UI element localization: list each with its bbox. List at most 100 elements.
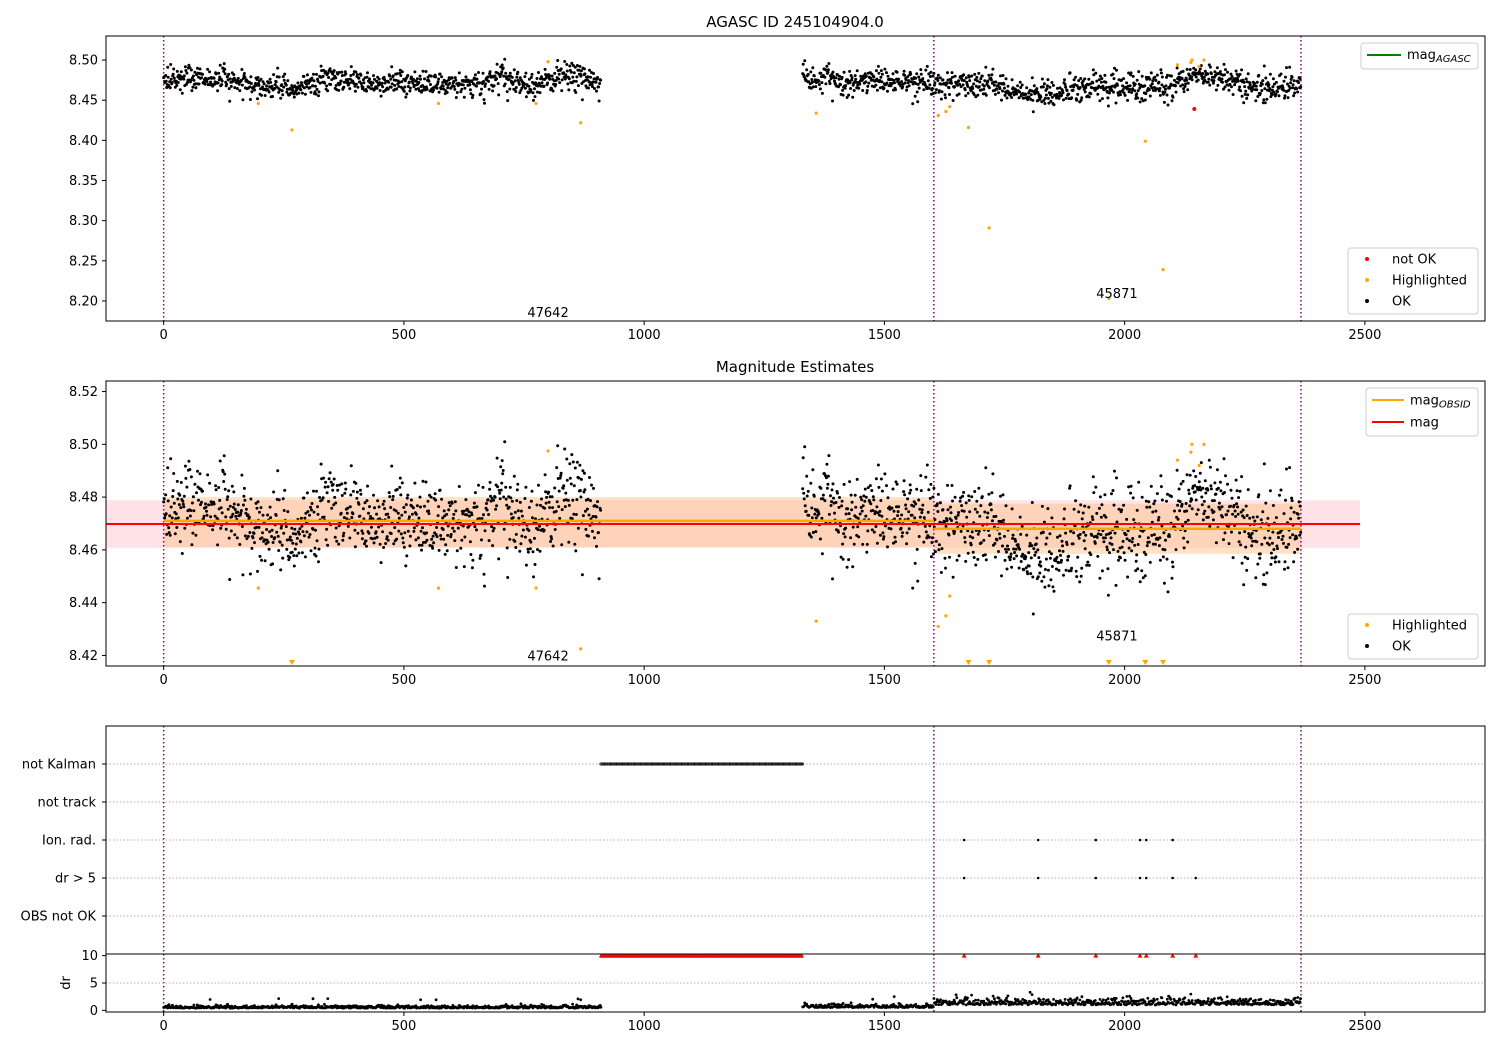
ok-point bbox=[1159, 474, 1163, 478]
ok-point bbox=[1050, 565, 1054, 568]
legend-marker bbox=[1365, 278, 1369, 282]
ok-point bbox=[1218, 480, 1222, 484]
ok-point bbox=[1292, 560, 1296, 564]
ok-point bbox=[316, 512, 320, 516]
ok-point bbox=[536, 528, 540, 532]
ok-point bbox=[270, 528, 274, 532]
ok-point bbox=[1230, 530, 1233, 534]
ok-point bbox=[488, 487, 492, 491]
ok-point bbox=[968, 79, 972, 83]
ok-point bbox=[595, 89, 598, 93]
ok-point bbox=[434, 498, 438, 502]
ok-point bbox=[1060, 539, 1064, 543]
ok-point bbox=[1072, 78, 1076, 82]
ok-point bbox=[1287, 542, 1291, 546]
ok-point bbox=[406, 493, 410, 497]
ok-point bbox=[276, 534, 280, 538]
ok-point bbox=[505, 503, 509, 507]
ok-point bbox=[579, 69, 583, 73]
dr-point bbox=[599, 1005, 603, 1009]
ok-point bbox=[876, 463, 880, 467]
ok-point bbox=[1119, 556, 1122, 560]
ok-point bbox=[1106, 567, 1110, 571]
ok-point bbox=[951, 99, 955, 102]
ok-point bbox=[813, 512, 817, 516]
ok-point bbox=[303, 516, 307, 520]
ok-point bbox=[342, 85, 346, 89]
ok-point bbox=[242, 486, 246, 490]
ok-point bbox=[303, 92, 307, 96]
highlighted-point bbox=[1202, 442, 1206, 446]
ok-point bbox=[1257, 73, 1261, 77]
ok-point bbox=[310, 76, 314, 80]
ok-point bbox=[219, 526, 223, 530]
ok-point bbox=[495, 62, 499, 66]
ok-point bbox=[933, 91, 937, 95]
ok-point bbox=[1048, 556, 1052, 560]
ok-point bbox=[184, 69, 188, 72]
ok-point bbox=[1246, 72, 1250, 76]
ok-point bbox=[1127, 546, 1131, 550]
ok-point bbox=[178, 493, 182, 497]
ion-rad-point bbox=[1036, 838, 1040, 842]
ok-point bbox=[972, 556, 976, 559]
ok-point bbox=[588, 68, 591, 72]
ok-point bbox=[1147, 88, 1151, 92]
ok-point bbox=[248, 531, 252, 534]
ok-point bbox=[328, 471, 332, 475]
ok-point bbox=[300, 551, 304, 555]
ok-point bbox=[838, 74, 841, 78]
ok-point bbox=[1034, 542, 1038, 546]
ok-point bbox=[1292, 79, 1296, 83]
ok-point bbox=[903, 493, 907, 497]
dr-point bbox=[974, 998, 977, 1002]
ok-point bbox=[1110, 542, 1114, 546]
ok-point bbox=[402, 506, 406, 509]
ok-point bbox=[306, 510, 310, 514]
ok-point bbox=[878, 509, 882, 513]
ok-point bbox=[1046, 568, 1050, 572]
ok-point bbox=[1197, 480, 1201, 484]
ok-point bbox=[1159, 485, 1163, 489]
ok-point bbox=[222, 454, 226, 458]
ok-point bbox=[1208, 524, 1212, 528]
ok-point bbox=[1292, 510, 1296, 514]
ok-point bbox=[1061, 544, 1064, 548]
ok-point bbox=[580, 573, 584, 577]
ok-point bbox=[182, 494, 186, 498]
ok-point bbox=[338, 82, 342, 86]
ok-point bbox=[341, 534, 345, 538]
ok-point bbox=[1102, 540, 1106, 544]
ok-point bbox=[483, 584, 486, 588]
ok-point bbox=[1094, 71, 1098, 75]
ok-point bbox=[472, 501, 476, 505]
ok-point bbox=[417, 543, 421, 547]
ok-point bbox=[1204, 491, 1208, 495]
ok-point bbox=[500, 70, 504, 74]
ok-point bbox=[1190, 498, 1194, 502]
ok-point bbox=[312, 72, 315, 76]
ok-point bbox=[1209, 72, 1213, 76]
ok-point bbox=[399, 493, 403, 497]
ok-point bbox=[265, 84, 269, 88]
ok-point bbox=[841, 88, 845, 92]
ok-point bbox=[1198, 485, 1202, 489]
ok-point bbox=[1060, 93, 1063, 97]
ok-point bbox=[576, 84, 580, 88]
ok-point bbox=[1231, 556, 1235, 560]
ok-point bbox=[955, 558, 959, 562]
ok-point bbox=[874, 477, 878, 481]
ok-point bbox=[1105, 548, 1109, 552]
ok-point bbox=[809, 535, 813, 539]
ok-point bbox=[1153, 542, 1157, 546]
ok-point bbox=[226, 495, 230, 499]
dr-point bbox=[326, 997, 330, 1000]
ok-point bbox=[223, 67, 227, 71]
ok-point bbox=[249, 75, 253, 79]
ok-point bbox=[890, 506, 894, 510]
ok-point bbox=[865, 89, 869, 92]
ok-point bbox=[895, 482, 899, 486]
ok-point bbox=[1223, 531, 1227, 535]
ok-point bbox=[1226, 509, 1230, 513]
ok-point bbox=[930, 541, 934, 544]
